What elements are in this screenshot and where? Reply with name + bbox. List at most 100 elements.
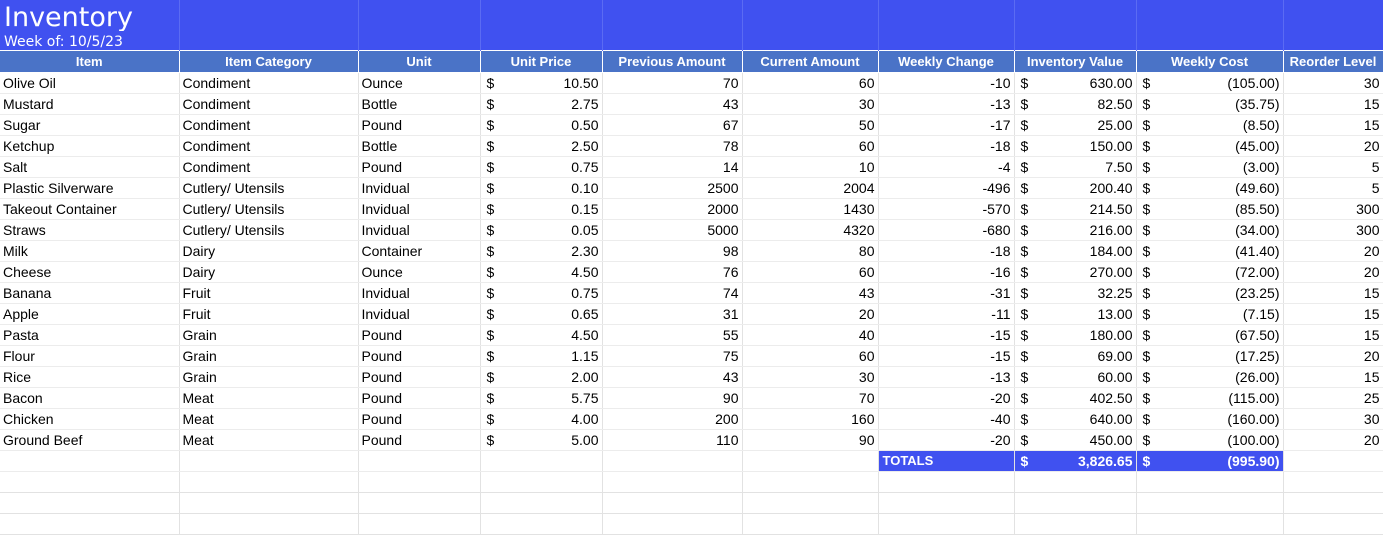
cell-inventory-value[interactable]: $216.00 [1014, 219, 1137, 241]
cell-item[interactable]: Rice [0, 366, 180, 388]
cell-unit-price[interactable]: $4.50 [480, 324, 603, 346]
cell-weekly-cost[interactable]: $ (100.00) [1136, 429, 1284, 451]
cell-current-amount[interactable]: 20 [742, 303, 879, 325]
cell-previous-amount[interactable]: 43 [602, 93, 743, 115]
cell-reorder-level[interactable]: 20 [1283, 261, 1383, 283]
cell-weekly-change[interactable]: -17 [878, 114, 1015, 136]
cell-category[interactable]: Cutlery/ Utensils [179, 198, 359, 220]
cell-category[interactable]: Condiment [179, 135, 359, 157]
empty-cell[interactable] [480, 450, 603, 472]
cell-unit[interactable]: Container [358, 240, 481, 262]
sheet-title[interactable]: Inventory [0, 0, 180, 31]
cell-weekly-cost[interactable]: $ (26.00) [1136, 366, 1284, 388]
cell-reorder-level[interactable]: 300 [1283, 219, 1383, 241]
empty-cell[interactable] [0, 471, 180, 493]
header-previous-amount[interactable]: Previous Amount [602, 49, 743, 73]
cell-current-amount[interactable]: 30 [742, 366, 879, 388]
totals-label[interactable]: TOTALS [878, 450, 1015, 472]
cell-weekly-cost[interactable]: $ (7.15) [1136, 303, 1284, 325]
cell-weekly-change[interactable]: -496 [878, 177, 1015, 199]
cell-unit-price[interactable]: $0.15 [480, 198, 603, 220]
cell-inventory-value[interactable]: $150.00 [1014, 135, 1137, 157]
cell-previous-amount[interactable]: 98 [602, 240, 743, 262]
empty-cell[interactable] [1283, 492, 1383, 514]
empty-cell[interactable] [1136, 513, 1284, 535]
subtitle-cell[interactable] [179, 31, 359, 50]
empty-cell[interactable] [742, 513, 879, 535]
cell-item[interactable]: Salt [0, 156, 180, 178]
cell-previous-amount[interactable]: 5000 [602, 219, 743, 241]
cell-weekly-cost[interactable]: $ (49.60) [1136, 177, 1284, 199]
cell-unit-price[interactable]: $2.50 [480, 135, 603, 157]
empty-cell[interactable] [742, 492, 879, 514]
cell-inventory-value[interactable]: $25.00 [1014, 114, 1137, 136]
empty-cell[interactable] [742, 471, 879, 493]
cell-unit[interactable]: Invidual [358, 198, 481, 220]
cell-previous-amount[interactable]: 31 [602, 303, 743, 325]
cell-current-amount[interactable]: 80 [742, 240, 879, 262]
empty-cell[interactable] [179, 471, 359, 493]
cell-weekly-cost[interactable]: $ (105.00) [1136, 72, 1284, 94]
cell-current-amount[interactable]: 160 [742, 408, 879, 430]
empty-cell[interactable] [742, 450, 879, 472]
empty-cell[interactable] [878, 492, 1015, 514]
cell-current-amount[interactable]: 60 [742, 261, 879, 283]
empty-cell[interactable] [358, 492, 481, 514]
empty-cell[interactable] [602, 513, 743, 535]
empty-cell[interactable] [1014, 471, 1137, 493]
cell-inventory-value[interactable]: $184.00 [1014, 240, 1137, 262]
cell-weekly-change[interactable]: -11 [878, 303, 1015, 325]
cell-unit-price[interactable]: $4.00 [480, 408, 603, 430]
cell-inventory-value[interactable]: $69.00 [1014, 345, 1137, 367]
cell-reorder-level[interactable]: 25 [1283, 387, 1383, 409]
cell-item[interactable]: Chicken [0, 408, 180, 430]
cell-previous-amount[interactable]: 43 [602, 366, 743, 388]
cell-weekly-change[interactable]: -13 [878, 93, 1015, 115]
cell-previous-amount[interactable]: 74 [602, 282, 743, 304]
cell-previous-amount[interactable]: 76 [602, 261, 743, 283]
cell-current-amount[interactable]: 1430 [742, 198, 879, 220]
empty-cell[interactable] [1014, 513, 1137, 535]
subtitle-cell[interactable] [1136, 31, 1284, 50]
cell-unit[interactable]: Invidual [358, 177, 481, 199]
subtitle-cell[interactable] [1283, 31, 1383, 50]
cell-previous-amount[interactable]: 55 [602, 324, 743, 346]
cell-unit-price[interactable]: $4.50 [480, 261, 603, 283]
cell-unit[interactable]: Bottle [358, 135, 481, 157]
empty-cell[interactable] [1136, 471, 1284, 493]
cell-unit-price[interactable]: $0.75 [480, 282, 603, 304]
cell-category[interactable]: Condiment [179, 72, 359, 94]
cell-current-amount[interactable]: 60 [742, 345, 879, 367]
cell-unit[interactable]: Ounce [358, 72, 481, 94]
cell-category[interactable]: Meat [179, 408, 359, 430]
cell-item[interactable]: Pasta [0, 324, 180, 346]
cell-weekly-cost[interactable]: $ (35.75) [1136, 93, 1284, 115]
cell-unit-price[interactable]: $0.65 [480, 303, 603, 325]
cell-inventory-value[interactable]: $402.50 [1014, 387, 1137, 409]
cell-unit-price[interactable]: $0.75 [480, 156, 603, 178]
empty-cell[interactable] [480, 492, 603, 514]
cell-item[interactable]: Takeout Container [0, 198, 180, 220]
title-cell[interactable] [742, 0, 879, 31]
cell-weekly-cost[interactable]: $ (3.00) [1136, 156, 1284, 178]
cell-category[interactable]: Grain [179, 324, 359, 346]
cell-item[interactable]: Olive Oil [0, 72, 180, 94]
cell-reorder-level[interactable]: 20 [1283, 240, 1383, 262]
cell-unit[interactable]: Bottle [358, 93, 481, 115]
cell-reorder-level[interactable]: 20 [1283, 135, 1383, 157]
empty-cell[interactable] [358, 471, 481, 493]
cell-reorder-level[interactable]: 30 [1283, 72, 1383, 94]
cell-weekly-change[interactable]: -15 [878, 345, 1015, 367]
cell-current-amount[interactable]: 90 [742, 429, 879, 451]
empty-cell[interactable] [480, 513, 603, 535]
cell-reorder-level[interactable]: 5 [1283, 156, 1383, 178]
cell-category[interactable]: Condiment [179, 156, 359, 178]
cell-unit[interactable]: Invidual [358, 282, 481, 304]
empty-cell[interactable] [1283, 513, 1383, 535]
title-cell[interactable] [878, 0, 1015, 31]
cell-unit[interactable]: Pound [358, 366, 481, 388]
cell-unit-price[interactable]: $5.75 [480, 387, 603, 409]
header-item[interactable]: Item [0, 49, 180, 73]
cell-current-amount[interactable]: 60 [742, 135, 879, 157]
cell-unit[interactable]: Pound [358, 408, 481, 430]
